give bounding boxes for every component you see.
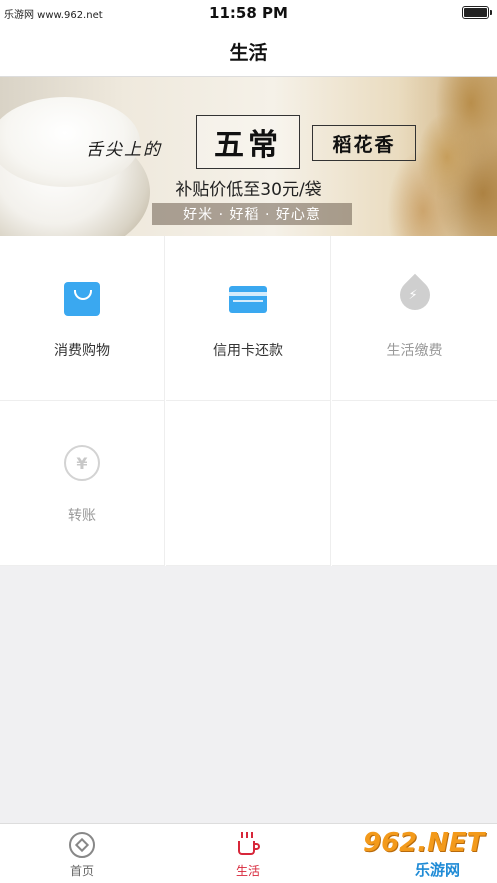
tab-life[interactable]: 生活 bbox=[208, 832, 288, 879]
tab-label: 首页 bbox=[69, 864, 94, 878]
empty-cell bbox=[332, 401, 497, 566]
battery-icon bbox=[462, 6, 492, 19]
service-label: 生活缴费 bbox=[386, 343, 443, 359]
coffee-cup-icon bbox=[235, 832, 261, 858]
banner-slogan: 舌尖上的 bbox=[86, 140, 162, 160]
banner-offer: 补贴价低至30元/袋 bbox=[175, 180, 322, 200]
watermark-logo: 962.NET 乐游网 bbox=[363, 828, 493, 880]
banner-tagline: 好米 · 好稻 · 好心意 bbox=[152, 203, 352, 225]
banner-product: 稻花香 bbox=[332, 133, 396, 156]
tab-label: 生活 bbox=[235, 864, 260, 878]
empty-cell bbox=[166, 401, 331, 566]
service-label: 消费购物 bbox=[54, 343, 110, 359]
tab-home[interactable]: 首页 bbox=[42, 832, 122, 879]
home-icon bbox=[69, 832, 95, 858]
promo-banner[interactable]: 舌尖上的 五常 稻花香 补贴价低至30元/袋 好米 · 好稻 · 好心意 bbox=[0, 77, 497, 236]
utility-drop-icon: ⚡ bbox=[393, 273, 436, 318]
service-credit-card[interactable]: 信用卡还款 bbox=[166, 236, 331, 401]
banner-brand-box: 五常 bbox=[196, 115, 300, 169]
service-label: 转账 bbox=[68, 508, 96, 524]
shopping-bag-icon bbox=[62, 278, 102, 318]
service-transfer[interactable]: ¥ 转账 bbox=[0, 401, 165, 566]
service-utilities[interactable]: ⚡ 生活缴费 bbox=[332, 236, 497, 401]
service-label: 信用卡还款 bbox=[213, 343, 283, 359]
status-time: 11:58 PM bbox=[209, 4, 288, 22]
page-title: 生活 bbox=[229, 41, 268, 64]
navigation-bar: 生活 bbox=[0, 26, 497, 77]
banner-product-box: 稻花香 bbox=[312, 125, 416, 161]
status-bar: 乐游网 www.962.net 11:58 PM bbox=[0, 0, 497, 26]
banner-brand: 五常 bbox=[214, 128, 282, 163]
service-grid: 消费购物 信用卡还款 ⚡ 生活缴费 ¥ 转账 bbox=[0, 236, 497, 566]
service-shopping[interactable]: 消费购物 bbox=[0, 236, 165, 401]
yen-transfer-icon: ¥ bbox=[62, 443, 102, 483]
watermark-sub: 乐游网 bbox=[415, 861, 461, 879]
credit-card-icon bbox=[228, 278, 268, 318]
watermark-main: 962.NET bbox=[363, 828, 485, 858]
